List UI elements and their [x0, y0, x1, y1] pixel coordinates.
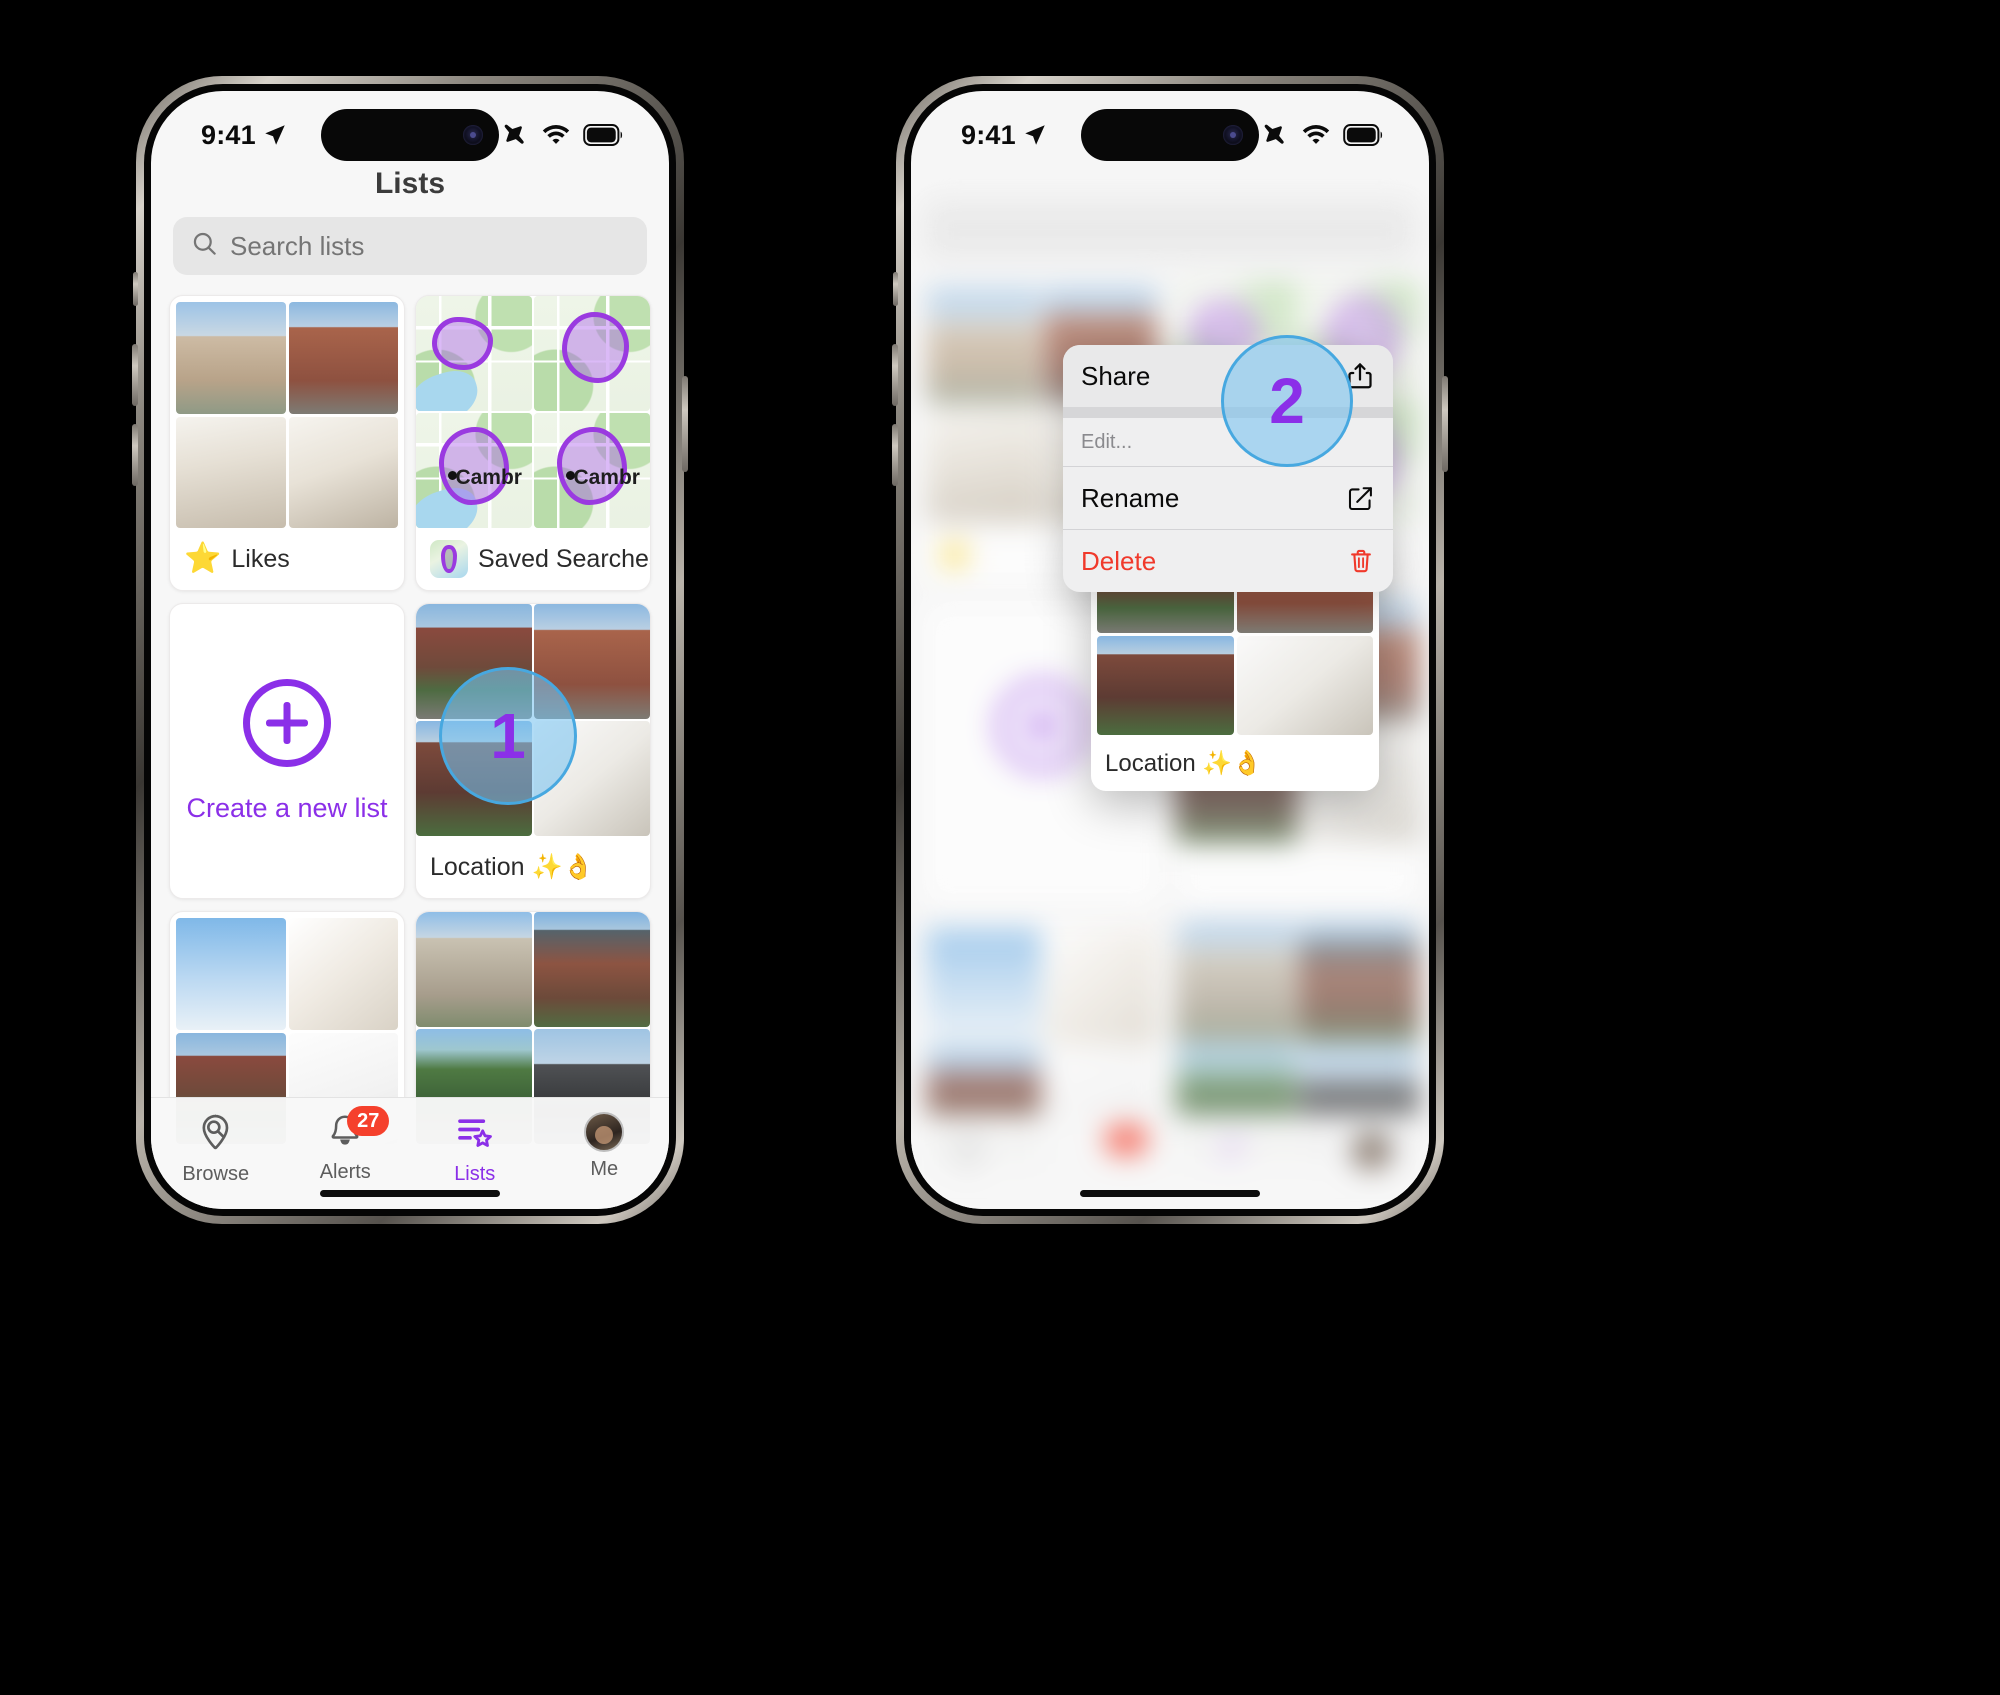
location-arrow-icon — [1022, 122, 1048, 148]
volume-up-button[interactable] — [132, 344, 138, 406]
status-indicators — [1261, 121, 1385, 149]
volume-up-button[interactable] — [892, 344, 898, 406]
location-arrow-icon — [262, 122, 288, 148]
thumbnail — [288, 918, 398, 1030]
thumbnail-grid: Cambr Cambr — [416, 296, 650, 528]
thumbnail — [176, 302, 286, 414]
tab-label: Alerts — [319, 1161, 371, 1183]
silent-switch[interactable] — [133, 272, 138, 306]
thumbnail — [176, 416, 286, 528]
tab-alerts[interactable]: 27 Alerts — [285, 1106, 405, 1184]
list-card-label: Location ✨👌 — [430, 852, 594, 881]
list-card-likes[interactable]: ⭐ Likes — [169, 295, 405, 591]
thumbnail — [288, 302, 398, 414]
tab-label: Lists — [454, 1163, 496, 1185]
dynamic-island — [321, 109, 499, 161]
phone-right-screen: ⭐ 9:41 Share Edit... Rename Delete Locat… — [911, 91, 1429, 1209]
thumbnail — [288, 416, 398, 528]
wifi-icon — [1301, 124, 1331, 146]
thumbnail — [176, 918, 286, 1030]
dynamic-island — [1081, 109, 1259, 161]
list-card-saved-searches[interactable]: Cambr Cambr Saved Searches — [415, 295, 651, 591]
screenshot-stage: 9:41 Lists Search lists ⭐ Likes Cambr Ca… — [0, 0, 2000, 1695]
airplane-mode-icon — [501, 121, 529, 149]
callout-number: 2 — [1269, 365, 1305, 437]
power-button[interactable] — [682, 376, 688, 472]
thumbnail — [1236, 635, 1373, 735]
context-menu-item-rename[interactable]: Rename — [1063, 467, 1393, 529]
context-menu-label: Rename — [1081, 482, 1180, 513]
search-input[interactable]: Search lists — [173, 217, 647, 275]
list-card-label: Saved Searches — [478, 544, 650, 573]
map-label: Cambr — [455, 465, 522, 489]
front-camera-icon — [1223, 125, 1243, 145]
tab-me[interactable]: Me — [544, 1112, 664, 1181]
tab-lists[interactable]: Lists — [415, 1112, 535, 1186]
map-thumbnail: Cambr — [534, 413, 650, 528]
thumbnail-grid — [170, 296, 404, 528]
search-placeholder: Search lists — [230, 230, 365, 261]
avatar — [584, 1112, 625, 1152]
context-menu-section-label: Edit... — [1081, 430, 1133, 453]
power-button[interactable] — [1442, 376, 1448, 472]
create-new-list-label: Create a new list — [186, 792, 388, 823]
context-menu-label: Share — [1081, 360, 1151, 391]
create-new-list-button[interactable]: Create a new list — [169, 603, 405, 899]
home-indicator[interactable] — [320, 1190, 500, 1197]
page-title: Lists — [374, 167, 446, 200]
browse-pin-search-icon — [196, 1112, 236, 1157]
thumbnail — [416, 912, 532, 1027]
status-time-group: 9:41 — [201, 120, 288, 151]
callout-number: 1 — [490, 700, 526, 772]
battery-icon — [1343, 124, 1385, 146]
phone-left-screen: 9:41 Lists Search lists ⭐ Likes Cambr Ca… — [151, 91, 669, 1209]
lists-grid: ⭐ Likes Cambr Cambr Saved Searches Creat… — [163, 291, 657, 1209]
tab-label: Browse — [182, 1163, 250, 1185]
tab-browse[interactable]: Browse — [156, 1112, 276, 1186]
status-time-group: 9:41 — [961, 120, 1048, 151]
search-container: Search lists — [173, 217, 647, 275]
map-thumbnail: Cambr — [416, 413, 532, 528]
phone-right: ⭐ 9:41 Share Edit... Rename Delete Locat… — [892, 76, 1448, 1224]
airplane-mode-icon — [1261, 121, 1289, 149]
map-label: Cambr — [573, 465, 640, 489]
lists-star-icon — [455, 1112, 495, 1157]
home-indicator[interactable] — [1080, 1190, 1260, 1197]
list-card-label: Likes — [231, 544, 290, 573]
plus-circle-icon — [243, 678, 331, 767]
volume-down-button[interactable] — [892, 424, 898, 486]
alerts-badge: 27 — [347, 1106, 390, 1136]
thumbnail — [534, 912, 650, 1027]
list-card-label-row: Location ✨👌 — [416, 836, 650, 898]
callout-step-1: 1 — [439, 667, 577, 805]
battery-icon — [583, 124, 625, 146]
pencil-square-icon — [1346, 484, 1375, 513]
phone-left: 9:41 Lists Search lists ⭐ Likes Cambr Ca… — [132, 76, 688, 1224]
status-time: 9:41 — [201, 119, 256, 150]
star-icon: ⭐ — [184, 542, 222, 575]
phone-right-bezel: ⭐ 9:41 Share Edit... Rename Delete Locat… — [904, 84, 1436, 1216]
phone-left-bezel: 9:41 Lists Search lists ⭐ Likes Cambr Ca… — [144, 84, 676, 1216]
volume-down-button[interactable] — [132, 424, 138, 486]
search-icon — [191, 230, 218, 262]
context-menu-label: Delete — [1081, 545, 1157, 576]
context-menu-item-delete[interactable]: Delete — [1063, 530, 1393, 592]
thumbnail — [1097, 635, 1234, 735]
status-time: 9:41 — [961, 119, 1016, 150]
saved-search-map-icon — [430, 540, 468, 578]
callout-step-2: 2 — [1221, 335, 1353, 467]
list-preview-label: Location ✨👌 — [1105, 749, 1263, 777]
map-thumbnail — [534, 296, 650, 411]
front-camera-icon — [463, 125, 483, 145]
list-card-label-row: Saved Searches — [416, 528, 650, 590]
silent-switch[interactable] — [893, 272, 898, 306]
wifi-icon — [541, 124, 571, 146]
list-card-label-row: ⭐ Likes — [170, 528, 404, 590]
status-indicators — [501, 121, 625, 149]
tab-label: Me — [590, 1158, 619, 1180]
map-thumbnail — [416, 296, 532, 411]
trash-icon — [1347, 547, 1375, 575]
